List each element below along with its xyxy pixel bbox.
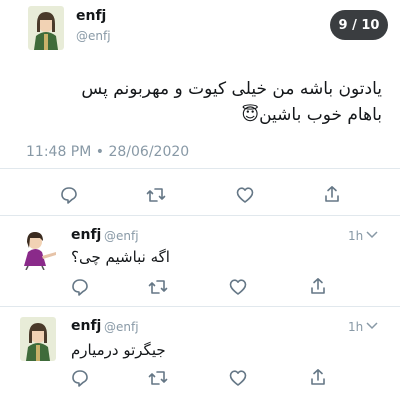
- avatar[interactable]: [20, 317, 56, 361]
- avatar[interactable]: [16, 226, 58, 270]
- reply-icon[interactable]: [71, 278, 89, 296]
- chevron-down-icon[interactable]: [366, 322, 378, 330]
- tweet-timestamp[interactable]: 11:48 PM • 28/06/2020: [26, 144, 189, 160]
- author-handle[interactable]: @enfj: [104, 320, 139, 334]
- author-handle[interactable]: @enfj: [104, 229, 139, 243]
- retweet-icon[interactable]: [148, 369, 168, 387]
- tweet-text-line-2: باهام خوب باشین😇: [12, 102, 382, 128]
- retweet-icon[interactable]: [146, 186, 166, 204]
- like-icon[interactable]: [229, 278, 247, 296]
- share-icon[interactable]: [309, 277, 327, 295]
- image-counter-badge: 9 / 10: [330, 10, 388, 40]
- reply-text: اگه نباشیم چی؟: [71, 248, 170, 266]
- retweet-icon[interactable]: [148, 278, 168, 296]
- tweet-time: 1h: [348, 320, 364, 334]
- author-name[interactable]: enfj: [71, 318, 101, 334]
- like-icon[interactable]: [229, 369, 247, 387]
- chevron-down-icon[interactable]: [366, 231, 378, 239]
- tweet-text: یادتون باشه من خیلی کیوت و مهربونم پس با…: [12, 76, 382, 128]
- reply-tweet[interactable]: enfj @enfj 1h جیگرتو درمیارم: [0, 307, 400, 400]
- avatar[interactable]: [28, 6, 64, 50]
- tweet-time: 1h: [348, 229, 364, 243]
- tweet-text-line-1: یادتون باشه من خیلی کیوت و مهربونم پس: [81, 79, 382, 99]
- reply-icon[interactable]: [71, 369, 89, 387]
- divider: [0, 168, 400, 169]
- reply-text: جیگرتو درمیارم: [71, 341, 166, 359]
- tweet-text-line-2-text: باهام خوب باشین: [259, 105, 382, 125]
- author-name[interactable]: enfj: [76, 8, 106, 24]
- angel-emoji-icon: 😇: [241, 105, 260, 125]
- share-icon[interactable]: [323, 185, 341, 203]
- like-icon[interactable]: [236, 186, 254, 204]
- author-name[interactable]: enfj: [71, 227, 101, 243]
- reply-tweet[interactable]: enfj @enfj 1h اگه نباشیم چی؟: [0, 216, 400, 306]
- share-icon[interactable]: [309, 368, 327, 386]
- author-handle[interactable]: @enfj: [76, 29, 111, 43]
- reply-icon[interactable]: [60, 186, 78, 204]
